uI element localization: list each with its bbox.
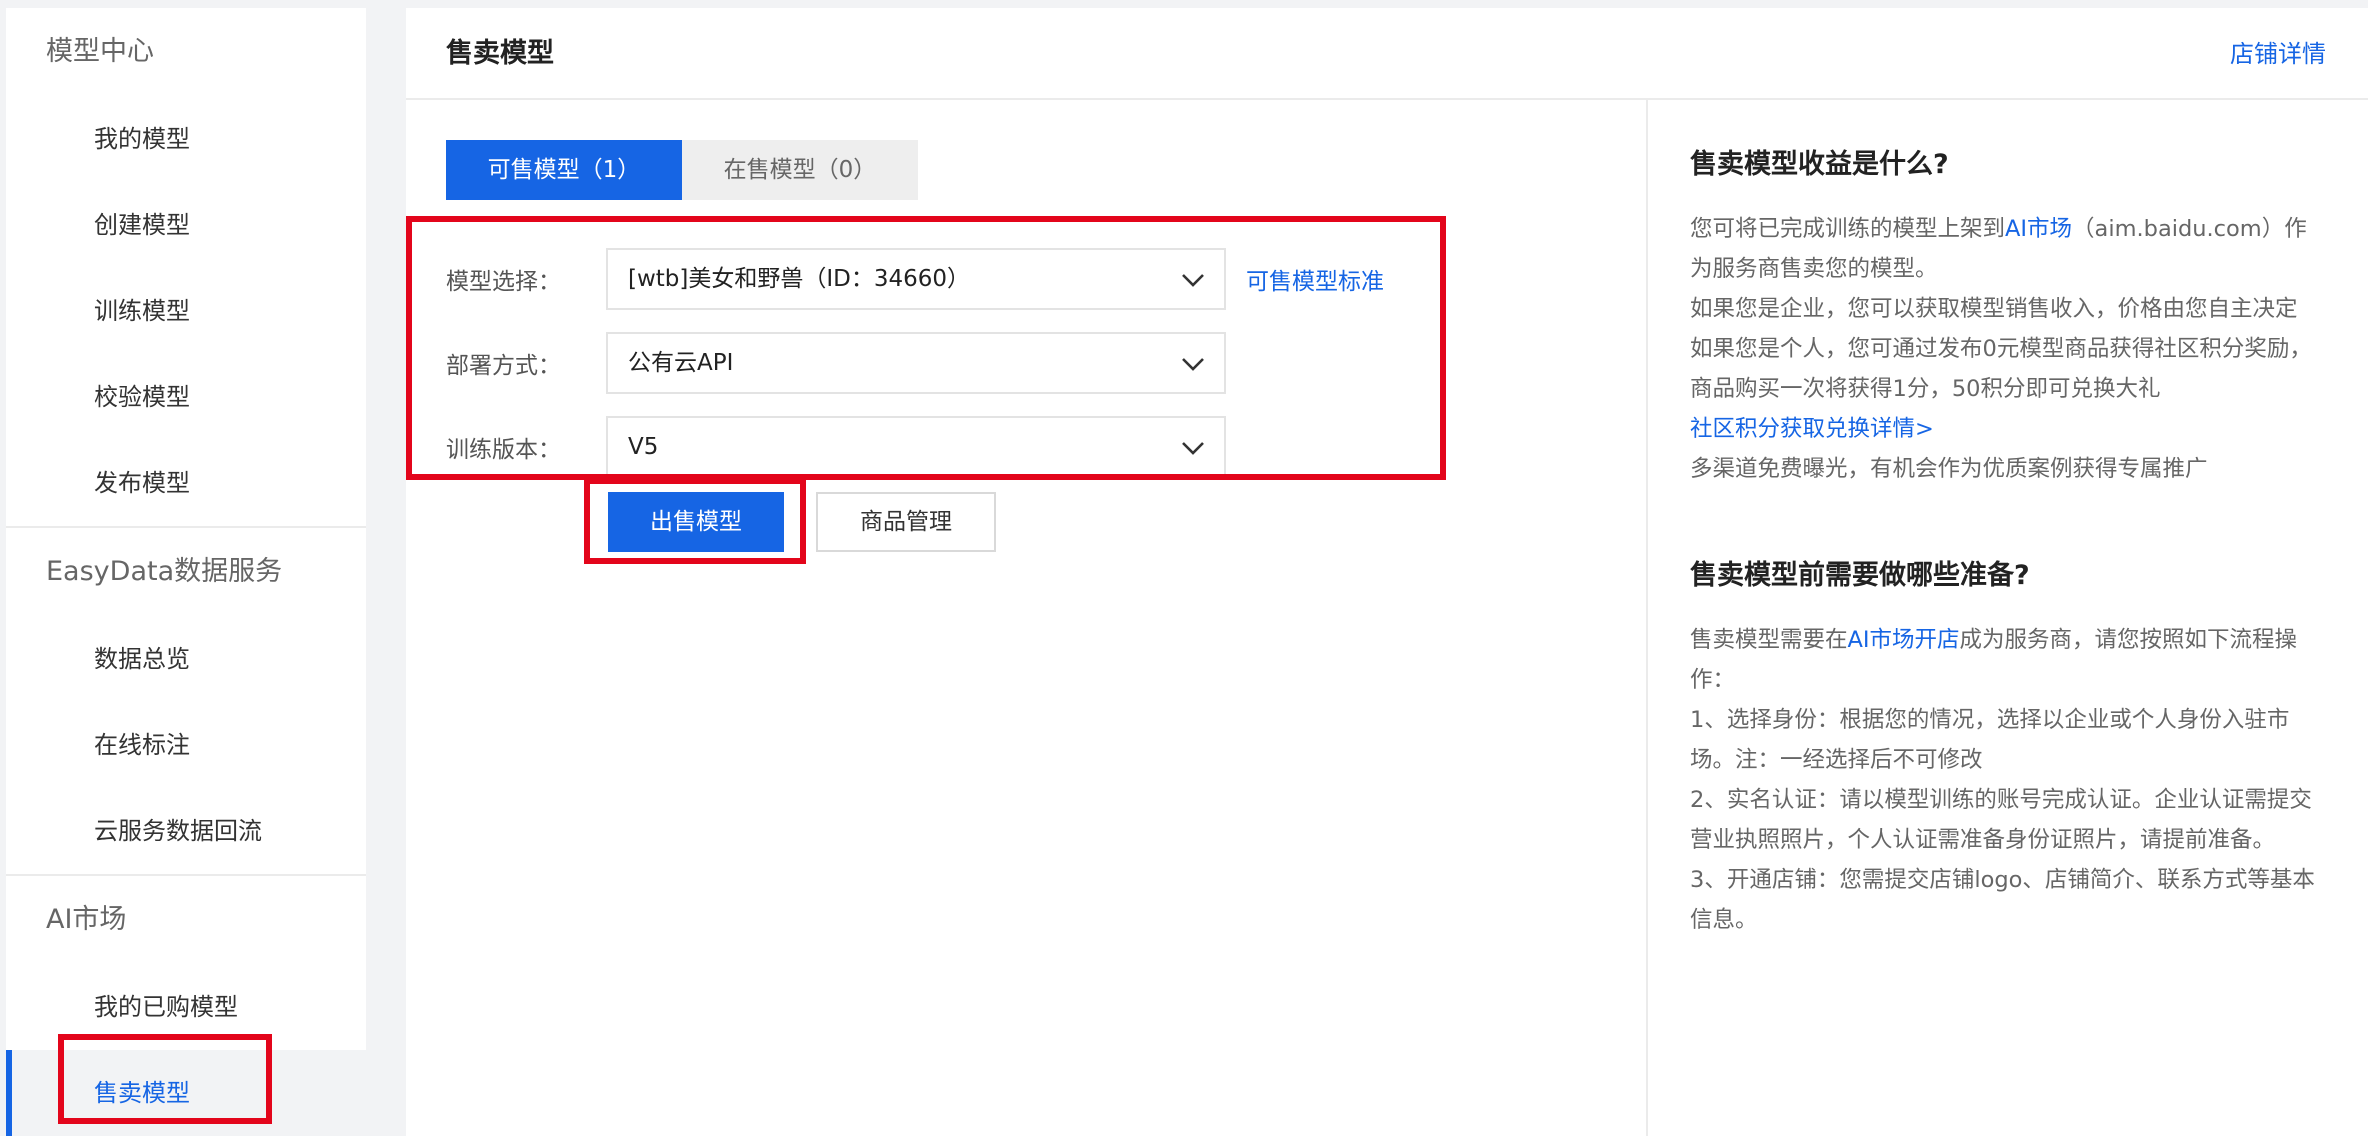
sidebar-group-ai-market: AI市场 我的已购模型 售卖模型	[6, 876, 366, 1136]
sidebar-item-create-model[interactable]: 创建模型	[6, 182, 366, 268]
help-panel: 售卖模型收益是什么? 您可将已完成训练的模型上架到AI市场（aim.baidu.…	[1646, 100, 2368, 1136]
help-paragraph: 如果您是个人，您可通过发布0元模型商品获得社区积分奖励，商品购买一次将获得1分，…	[1690, 336, 2312, 402]
product-management-button[interactable]: 商品管理	[816, 492, 996, 552]
page-header: 售卖模型 店铺详情	[406, 8, 2368, 100]
help-paragraph: 社区积分获取兑换详情>	[1690, 409, 2328, 449]
help-block-prep: 售卖模型前需要做哪些准备? 售卖模型需要在AI市场开店成为服务商，请您按照如下流…	[1690, 553, 2328, 940]
sell-model-button[interactable]: 出售模型	[608, 492, 784, 552]
sidebar-group-model-center: 模型中心 我的模型 创建模型 训练模型 校验模型 发布模型	[6, 8, 366, 526]
sidebar-group-title: 模型中心	[46, 36, 154, 67]
model-select-value: [wtb]美女和野兽（ID：34660）	[628, 266, 971, 292]
model-select-label: 模型选择：	[446, 269, 561, 295]
store-details-link[interactable]: 店铺详情	[2230, 8, 2326, 100]
chevron-down-icon	[1182, 274, 1204, 287]
deploy-method-value: 公有云API	[628, 350, 734, 376]
model-tabs: 可售模型（1） 在售模型（0）	[446, 140, 918, 200]
sidebar-group-easydata: EasyData数据服务 数据总览 在线标注 云服务数据回流	[6, 528, 366, 874]
main-panel: 售卖模型 店铺详情 可售模型（1） 在售模型（0） 模型选择： [wtb]美女和…	[406, 8, 2368, 1136]
sell-form-area: 可售模型（1） 在售模型（0） 模型选择： [wtb]美女和野兽（ID：3466…	[406, 100, 1646, 1136]
form-row-model: 模型选择： [wtb]美女和野兽（ID：34660） 可售模型标准	[446, 248, 1384, 310]
form-row-version: 训练版本： V5	[446, 416, 1226, 478]
sidebar-item-my-models[interactable]: 我的模型	[6, 96, 366, 182]
sidebar-item-online-labeling[interactable]: 在线标注	[6, 702, 366, 788]
train-version-value: V5	[628, 434, 659, 460]
sellable-standard-link[interactable]: 可售模型标准	[1246, 262, 1384, 296]
chevron-down-icon	[1182, 358, 1204, 371]
chevron-down-icon	[1182, 442, 1204, 455]
help-paragraph: 多渠道免费曝光，有机会作为优质案例获得专属推广	[1690, 456, 2208, 482]
help-text: 您可将已完成训练的模型上架到	[1690, 216, 2006, 242]
help-paragraph: 3、开通店铺：您需提交店铺logo、店铺简介、联系方式等基本信息。	[1690, 867, 2315, 933]
train-version-label: 训练版本：	[446, 437, 561, 463]
train-version-select[interactable]: V5	[606, 416, 1226, 478]
points-details-link[interactable]: 社区积分获取兑换详情>	[1690, 416, 1934, 442]
help-text: 售卖模型需要在	[1690, 627, 1848, 653]
sidebar-group-title: AI市场	[46, 904, 127, 935]
tab-on-sale-models[interactable]: 在售模型（0）	[682, 140, 918, 200]
deploy-method-select[interactable]: 公有云API	[606, 332, 1226, 394]
model-select[interactable]: [wtb]美女和野兽（ID：34660）	[606, 248, 1226, 310]
help-paragraph: 如果您是企业，您可以获取模型销售收入，价格由您自主决定	[1690, 296, 2298, 322]
form-row-deploy: 部署方式： 公有云API	[446, 332, 1226, 394]
tab-sellable-models[interactable]: 可售模型（1）	[446, 140, 682, 200]
sidebar-item-data-overview[interactable]: 数据总览	[6, 616, 366, 702]
help-paragraph: 售卖模型需要在AI市场开店成为服务商，请您按照如下流程操作：	[1690, 620, 2328, 700]
help-title-preparation: 售卖模型前需要做哪些准备?	[1690, 560, 2030, 591]
sidebar-item-publish-model[interactable]: 发布模型	[6, 440, 366, 526]
help-paragraph: 您可将已完成训练的模型上架到AI市场（aim.baidu.com）作为服务商售卖…	[1690, 209, 2328, 289]
deploy-method-label: 部署方式：	[446, 353, 561, 379]
sidebar: 模型中心 我的模型 创建模型 训练模型 校验模型 发布模型 EasyData数据…	[6, 8, 366, 1136]
sidebar-item-sell-model[interactable]: 售卖模型	[6, 1050, 366, 1136]
sidebar-item-cloud-data-backflow[interactable]: 云服务数据回流	[6, 788, 366, 874]
ai-market-open-store-link[interactable]: AI市场开店	[1848, 627, 1960, 653]
page-title: 售卖模型	[446, 38, 554, 69]
help-paragraph: 2、实名认证：请以模型训练的账号完成认证。企业认证需提交营业执照照片，个人认证需…	[1690, 787, 2312, 853]
ai-market-link[interactable]: AI市场	[2005, 216, 2072, 242]
sidebar-item-validate-model[interactable]: 校验模型	[6, 354, 366, 440]
sidebar-group-title: EasyData数据服务	[46, 556, 283, 587]
sidebar-item-train-model[interactable]: 训练模型	[6, 268, 366, 354]
sidebar-item-purchased-models[interactable]: 我的已购模型	[6, 964, 366, 1050]
help-paragraph: 1、选择身份：根据您的情况，选择以企业或个人身份入驻市场。注：一经选择后不可修改	[1690, 707, 2290, 773]
help-title-earnings: 售卖模型收益是什么?	[1690, 149, 1949, 180]
